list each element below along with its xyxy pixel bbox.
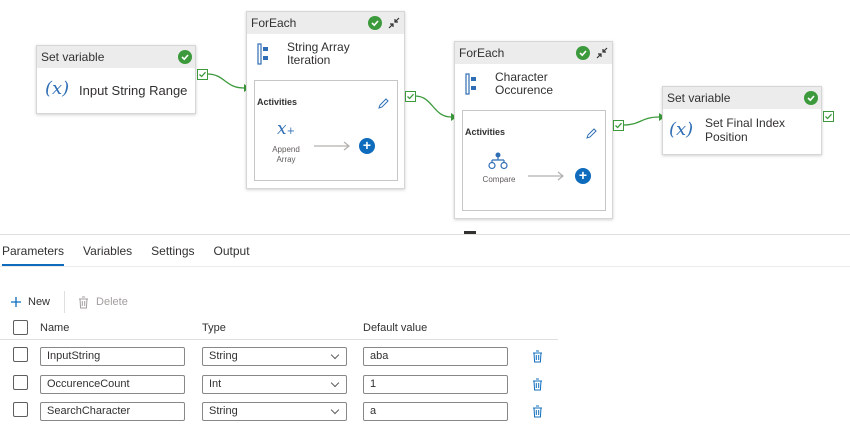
param-type-select[interactable]: Int <box>202 375 347 394</box>
success-output-port[interactable] <box>823 111 834 122</box>
activity-name-line2: Iteration <box>287 53 331 67</box>
select-all-checkbox[interactable] <box>13 320 28 335</box>
success-check-icon <box>804 91 818 105</box>
edit-pencil-icon[interactable] <box>585 127 598 140</box>
delete-row-icon[interactable] <box>532 405 543 418</box>
trash-icon <box>79 296 89 308</box>
success-check-icon <box>368 16 382 30</box>
param-type-value: String <box>209 350 238 362</box>
param-name-input[interactable]: SearchCharacter <box>40 402 185 421</box>
param-type-select[interactable]: String <box>202 402 347 421</box>
activity-name-line1: Character <box>495 70 548 84</box>
activities-label: Activities <box>257 97 298 107</box>
inner-activities-box[interactable]: Activities Compare + <box>462 110 606 211</box>
add-activity-button[interactable]: + <box>575 168 591 184</box>
activity-header: Set variable <box>37 46 195 68</box>
chevron-down-icon <box>330 350 340 360</box>
parameters-toolbar: New Delete <box>10 291 128 313</box>
inner-arrow <box>314 141 350 151</box>
tab-parameters[interactable]: Parameters <box>2 244 65 266</box>
activity-type-label: Set variable <box>41 50 105 64</box>
delete-row-icon[interactable] <box>532 350 543 363</box>
pipeline-canvas[interactable]: Set variable (𝑥) Input String Range ForE… <box>0 0 850 232</box>
activity-name-line1: Set Final Index <box>705 116 786 130</box>
inner-activity-name-line1: Append <box>272 145 300 154</box>
foreach-icon <box>257 43 268 65</box>
add-activity-button[interactable]: + <box>359 138 375 154</box>
activity-name-line2: Position <box>705 130 748 144</box>
tab-output[interactable]: Output <box>214 244 250 266</box>
param-name-input[interactable]: InputString <box>40 347 185 366</box>
success-output-port[interactable] <box>197 69 208 80</box>
panel-divider <box>0 234 850 235</box>
row-checkbox[interactable] <box>13 347 28 362</box>
row-checkbox[interactable] <box>13 402 28 417</box>
activity-name-line2: Occurence <box>495 83 554 97</box>
delete-button[interactable]: Delete <box>78 296 128 309</box>
activity-header: ForEach <box>455 42 612 64</box>
fx-variable-icon: (𝑥) <box>669 119 694 140</box>
plus-icon <box>11 297 21 307</box>
inner-activities-box[interactable]: Activities 𝑥+ Append Array + <box>254 80 398 181</box>
edit-pencil-icon[interactable] <box>377 97 390 110</box>
foreach-icon <box>465 73 476 95</box>
param-type-value: Int <box>209 378 222 390</box>
collapse-icon[interactable] <box>387 16 401 30</box>
table-row: SearchCharacter String a <box>0 401 558 423</box>
chevron-down-icon <box>330 378 340 388</box>
tabs-underline <box>0 266 850 267</box>
inner-activity-name-line2: Array <box>276 155 296 164</box>
activities-label: Activities <box>465 127 506 137</box>
param-type-value: String <box>209 405 238 417</box>
inner-arrow <box>528 171 564 181</box>
delete-row-icon[interactable] <box>532 378 543 391</box>
param-default-input[interactable]: a <box>363 402 508 421</box>
append-variable-icon: 𝑥+ <box>277 119 295 139</box>
param-default-input[interactable]: aba <box>363 347 508 366</box>
row-checkbox[interactable] <box>13 375 28 390</box>
column-header-default: Default value <box>363 322 428 334</box>
success-check-icon <box>576 46 590 60</box>
column-header-name: Name <box>40 322 70 334</box>
param-name-input[interactable]: OccurenceCount <box>40 375 185 394</box>
param-default-input[interactable]: 1 <box>363 375 508 394</box>
chevron-down-icon <box>330 405 340 415</box>
new-button-label: New <box>28 296 51 308</box>
activity-type-label: Set variable <box>667 91 731 105</box>
activity-header: ForEach <box>247 12 404 34</box>
param-type-select[interactable]: String <box>202 347 347 366</box>
success-output-port[interactable] <box>405 91 416 102</box>
activity-name: Input String Range <box>79 83 188 98</box>
new-button[interactable]: New <box>10 296 50 308</box>
activity-header: Set variable <box>663 87 821 109</box>
success-check-icon <box>178 50 192 64</box>
fx-variable-icon: (𝑥) <box>45 78 70 99</box>
foreach-activity-2[interactable]: ForEach Character Occurence Activities C… <box>454 41 613 219</box>
activity-name-line1: String Array <box>287 40 350 54</box>
grid-header-row: Name Type Default value <box>0 317 558 340</box>
inner-activity-name: Compare <box>482 175 516 184</box>
table-row: OccurenceCount Int 1 <box>0 374 558 396</box>
toolbar-separator <box>64 291 66 313</box>
column-header-type: Type <box>202 322 226 334</box>
activity-type-label: ForEach <box>251 16 297 30</box>
table-row: InputString String aba <box>0 346 558 368</box>
collapse-icon[interactable] <box>595 46 609 60</box>
foreach-activity-1[interactable]: ForEach String Array Iteration Activitie… <box>246 11 405 189</box>
tab-variables[interactable]: Variables <box>83 244 132 266</box>
success-output-port[interactable] <box>613 120 624 131</box>
set-variable-activity-1[interactable]: Set variable (𝑥) Input String Range <box>36 45 196 114</box>
tab-settings[interactable]: Settings <box>151 244 194 266</box>
properties-tabs: Parameters Variables Settings Output <box>0 244 269 266</box>
set-variable-activity-2[interactable]: Set variable (𝑥) Set Final Index Positio… <box>662 86 822 155</box>
activity-type-label: ForEach <box>459 46 505 60</box>
delete-button-label: Delete <box>96 296 128 308</box>
if-condition-icon <box>488 152 508 170</box>
